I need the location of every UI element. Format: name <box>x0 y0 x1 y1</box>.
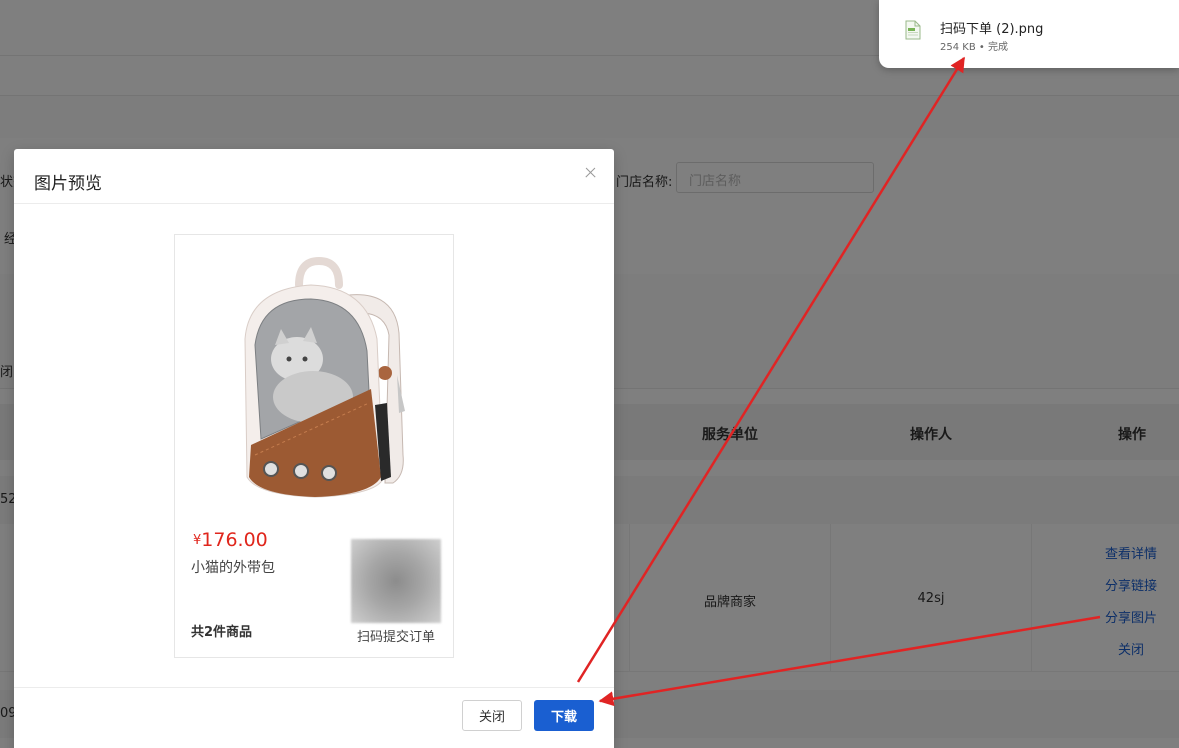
dialog-header: 图片预览 <box>14 149 614 204</box>
product-name: 小猫的外带包 <box>191 560 275 576</box>
product-image <box>244 256 405 498</box>
image-file-icon <box>905 20 921 40</box>
item-count: 共2件商品 <box>191 625 253 640</box>
download-button[interactable]: 下载 <box>534 700 594 731</box>
qr-caption: 扫码提交订单 <box>357 630 436 645</box>
download-file-name[interactable]: 扫码下单 (2).png <box>940 18 1043 37</box>
download-status: 254 KB • 完成 <box>940 42 1008 53</box>
product-price: ¥176.00 <box>193 529 268 551</box>
price-value: 176.00 <box>201 529 268 551</box>
download-notification[interactable]: 扫码下单 (2).png 254 KB • 完成 <box>879 0 1179 68</box>
close-button[interactable]: 关闭 <box>462 700 522 731</box>
share-poster: ¥176.00 小猫的外带包 共2件商品 扫码提交订单 <box>174 234 454 658</box>
qr-code <box>351 539 441 623</box>
image-preview-dialog: 图片预览 ¥176.00 小猫的外带包 共2件商品 扫码提交订单 关闭 下载 <box>14 149 614 748</box>
dialog-title: 图片预览 <box>34 174 102 194</box>
dialog-footer: 关闭 下载 <box>14 687 614 748</box>
close-icon[interactable] <box>581 163 601 183</box>
